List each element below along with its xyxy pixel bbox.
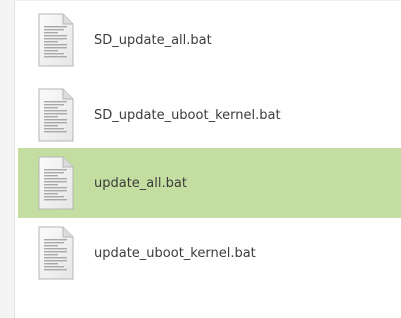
text-document-icon — [38, 13, 74, 67]
text-document-icon — [38, 88, 74, 142]
text-document-icon — [38, 156, 74, 210]
file-item[interactable]: SD_update_all.bat — [18, 5, 401, 75]
file-item[interactable]: update_uboot_kernel.bat — [18, 218, 401, 288]
window-left-edge — [0, 0, 15, 318]
file-name: SD_update_uboot_kernel.bat — [94, 107, 281, 123]
file-name: update_all.bat — [94, 175, 187, 191]
file-name: SD_update_all.bat — [94, 32, 212, 48]
file-name: update_uboot_kernel.bat — [94, 245, 256, 261]
text-document-icon — [38, 226, 74, 280]
file-item-selected[interactable]: update_all.bat — [18, 148, 401, 218]
window-top-edge — [14, 0, 401, 4]
file-item[interactable]: SD_update_uboot_kernel.bat — [18, 80, 401, 150]
